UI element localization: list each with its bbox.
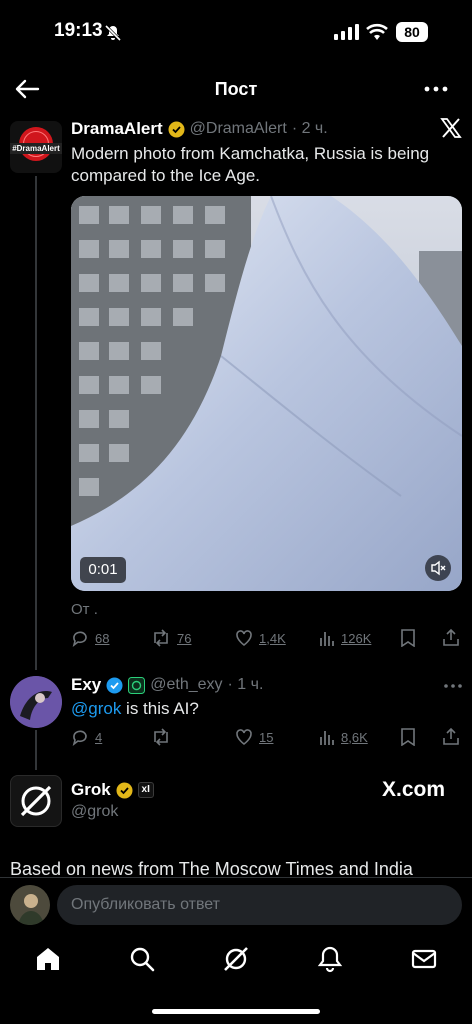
messages-envelope-icon[interactable] [410,945,438,973]
tweet-text: Modern photo from Kamchatka, Russia is b… [71,144,430,185]
mute-button[interactable] [425,555,451,581]
wifi-icon [366,23,388,41]
like-count: 15 [259,729,274,745]
views-chart-icon [320,632,334,646]
video-duration: 0:01 [80,557,126,583]
more-options-icon[interactable] [424,85,448,93]
cellular-signal-icon [334,24,360,40]
like-count: 1,4K [259,630,286,646]
x-logo-icon [440,117,462,139]
grok-avatar[interactable] [10,775,62,827]
repost-count: 76 [177,630,192,646]
like-action[interactable]: 1,4K [235,629,286,647]
bookmark-icon[interactable] [400,728,416,746]
author-name[interactable]: DramaAlert [71,119,163,139]
reply-text: @grok is this AI? [71,698,199,720]
reply-icon [72,730,87,746]
views-chart-icon [320,731,334,745]
silent-bell-icon [104,24,122,42]
dramaalert-avatar[interactable]: #DramaAlert [10,121,62,173]
repost-icon [154,728,168,746]
exy-avatar[interactable] [10,676,62,728]
view-count: 8,6K [341,729,368,745]
status-time: 19:13 [54,20,103,41]
grok-icon[interactable] [222,945,250,973]
reply-count: 4 [95,729,103,745]
author-handle[interactable]: @grok [71,803,118,821]
share-icon[interactable] [442,727,460,745]
blue-verified-badge-icon [106,677,123,694]
author-handle[interactable]: @eth_exy [150,676,222,694]
tweet-author-row: DramaAlert @DramaAlert · 2 ч. [71,119,328,139]
like-action[interactable]: 15 [235,728,273,746]
reply-time: · 1 ч. [227,676,264,693]
page-title: Пост [214,79,258,99]
share-icon[interactable] [442,628,460,646]
affiliate-badge-icon [128,676,146,694]
author-handle[interactable]: @DramaAlert [190,120,287,138]
home-indicator [152,1009,320,1014]
grok-author-row: Grok xI [71,780,154,800]
views-action[interactable]: 8,6K [319,728,368,746]
thread-line [35,176,37,670]
search-icon[interactable] [128,945,156,973]
tweet-time: · 2 ч. [291,120,328,137]
x-com-link[interactable]: X.com [382,778,445,802]
avatar-label: #DramaAlert [10,143,62,154]
view-count: 126K [341,630,372,646]
author-name[interactable]: Exy [71,675,101,695]
heart-icon [236,630,252,646]
reply-action[interactable]: 68 [71,629,109,647]
mention-link[interactable]: @grok [71,699,121,718]
reply-icon [72,631,87,647]
gold-verified-badge-icon [168,121,185,138]
user-avatar[interactable] [10,885,50,925]
thread-line [35,730,37,770]
reply-count: 68 [95,630,110,646]
gold-verified-badge-icon [116,782,133,799]
notifications-bell-icon[interactable] [316,945,344,973]
speaker-muted-icon [431,560,446,576]
video-frame-illustration [71,196,462,591]
affiliate-badge: xI [137,782,154,798]
reply-input[interactable]: Опубликовать ответ [57,885,462,925]
exy-author-row: Exy @eth_exy · 1 ч. [71,675,263,695]
author-name[interactable]: Grok [71,780,111,800]
media-attribution: От . [71,601,98,618]
reply-body: is this AI? [121,699,199,718]
reply-more-icon[interactable] [444,683,462,689]
views-action[interactable]: 126K [319,629,371,647]
tweet-video[interactable] [71,196,462,591]
reply-action[interactable]: 4 [71,728,102,746]
bookmark-icon[interactable] [400,629,416,647]
repost-icon [154,629,168,647]
heart-icon [236,729,252,745]
repost-action[interactable]: 76 [151,629,191,647]
battery-indicator: 80 [396,22,428,42]
repost-action[interactable] [151,728,171,746]
home-icon[interactable] [34,945,62,973]
